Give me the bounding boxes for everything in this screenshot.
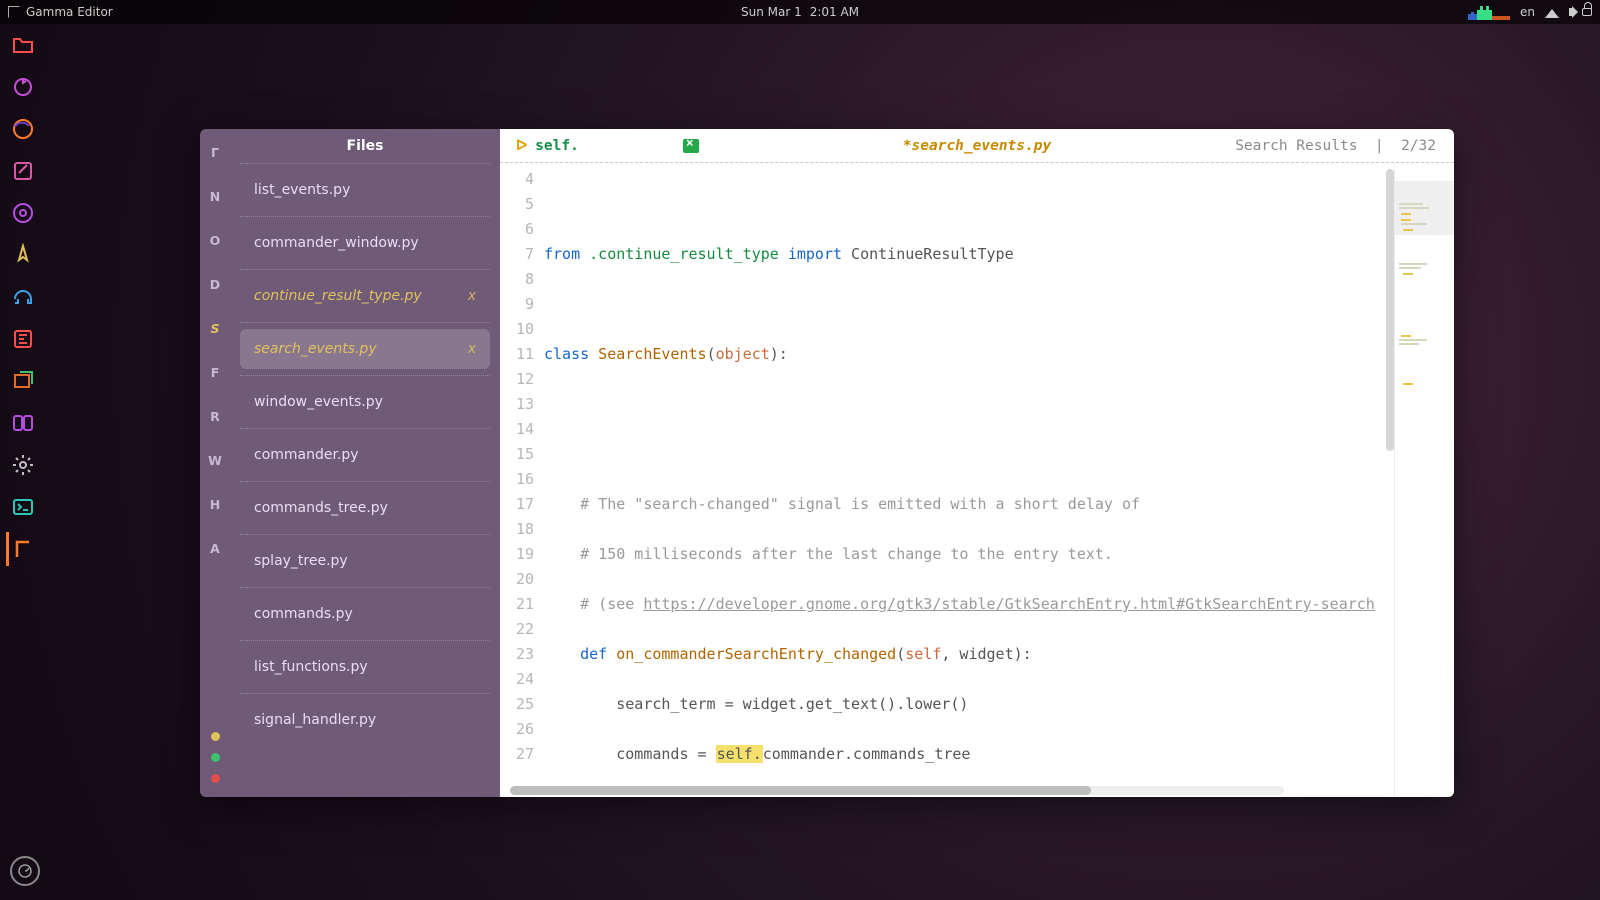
terminal-icon[interactable] [6, 490, 40, 524]
file-item[interactable]: commands.pyx [240, 594, 490, 634]
editor-area: ᐅ self. *search_events.py Search Results… [500, 129, 1454, 797]
editor-header: ᐅ self. *search_events.py Search Results… [500, 129, 1454, 163]
studio-icon[interactable] [6, 196, 40, 230]
file-item[interactable]: commander_window.pyx [240, 223, 490, 263]
app-window-icon [8, 6, 20, 18]
minimap[interactable] [1394, 163, 1454, 797]
vertical-scrollbar[interactable] [1386, 169, 1394, 783]
wifi-icon[interactable] [1545, 9, 1559, 18]
volume-icon[interactable] [1569, 8, 1572, 16]
gutter-letter[interactable]: F [211, 359, 220, 403]
file-close-icon[interactable]: x [468, 288, 476, 304]
window-traffic-lights [211, 732, 220, 783]
topbar: Gamma Editor Sun Mar 1 2:01 AM en [0, 0, 1600, 24]
files-icon[interactable] [6, 28, 40, 62]
new-window-icon[interactable] [6, 364, 40, 398]
gutter-letter[interactable]: O [210, 227, 221, 271]
reload-icon[interactable] [6, 70, 40, 104]
os-dock [0, 24, 46, 566]
lock-icon[interactable] [1582, 8, 1592, 16]
gutter-letter[interactable]: R [210, 403, 220, 447]
gutter-letter[interactable]: N [210, 183, 220, 227]
search-clear-icon[interactable] [683, 139, 699, 153]
mode-gutter: Г N O D S F R W H A [200, 129, 230, 797]
file-item[interactable]: commander.pyx [240, 435, 490, 475]
file-close-icon[interactable]: x [468, 341, 476, 357]
search-input[interactable]: self. [535, 138, 579, 154]
keyboard-language[interactable]: en [1520, 5, 1535, 19]
gutter-letter[interactable]: D [210, 271, 220, 315]
clock-date[interactable]: Sun Mar 1 [741, 5, 802, 19]
source-code[interactable]: from .continue_result_type import Contin… [544, 163, 1375, 787]
app-name: Gamma Editor [26, 5, 113, 19]
horizontal-scrollbar[interactable] [510, 786, 1284, 795]
files-sidebar: Files list_events.pyx commander_window.p… [230, 129, 500, 797]
headphones-icon[interactable] [6, 280, 40, 314]
settings-icon[interactable] [6, 448, 40, 482]
file-item[interactable]: signal_handler.pyx [240, 700, 490, 740]
compass-icon[interactable] [6, 238, 40, 272]
system-monitor-widget[interactable] [1468, 4, 1510, 20]
gutter-letter[interactable]: S [210, 315, 219, 359]
dual-pane-icon[interactable] [6, 406, 40, 440]
file-item[interactable]: list_events.pyx [240, 170, 490, 210]
gutter-letter[interactable]: H [210, 491, 220, 535]
gutter-letter[interactable]: Г [211, 139, 219, 183]
files-title: Files [230, 129, 500, 163]
tab-title: *search_events.py [903, 138, 1051, 154]
close-dot[interactable] [211, 774, 220, 783]
clock-time[interactable]: 2:01 AM [810, 5, 859, 19]
edit-icon[interactable] [6, 154, 40, 188]
gutter-letter[interactable]: W [208, 447, 222, 491]
search-results-status: Search Results | 2/32 [1235, 138, 1454, 154]
start-menu-button[interactable] [10, 856, 40, 886]
search-icon: ᐅ [516, 138, 527, 154]
file-item[interactable]: search_events.pyx [240, 329, 490, 369]
gutter-letter[interactable]: A [210, 535, 220, 579]
filezilla-icon[interactable] [6, 322, 40, 356]
editor-window: Г N O D S F R W H A Files list_events.py… [200, 129, 1454, 797]
file-item[interactable]: commands_tree.pyx [240, 488, 490, 528]
line-numbers: 4567891011121314151617181920212223242526… [500, 163, 544, 787]
gamma-editor-dock-icon[interactable] [6, 532, 40, 566]
file-item[interactable]: window_events.pyx [240, 382, 490, 422]
code-viewport[interactable]: 4567891011121314151617181920212223242526… [500, 163, 1386, 787]
file-item[interactable]: list_functions.pyx [240, 647, 490, 687]
firefox-icon[interactable] [6, 112, 40, 146]
file-item[interactable]: continue_result_type.pyx [240, 276, 490, 316]
file-item[interactable]: splay_tree.pyx [240, 541, 490, 581]
minimize-dot[interactable] [211, 732, 220, 741]
search-bar[interactable]: ᐅ self. [500, 138, 699, 154]
maximize-dot[interactable] [211, 753, 220, 762]
